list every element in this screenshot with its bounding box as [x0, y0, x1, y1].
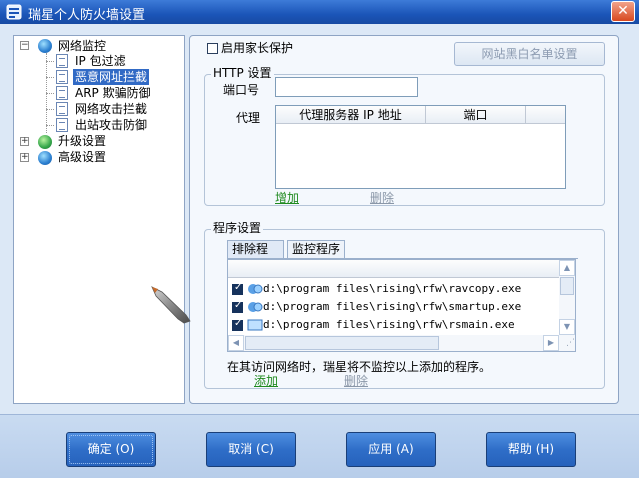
- hscroll-thumb[interactable]: [245, 336, 439, 350]
- document-icon: [56, 118, 68, 132]
- tree-connector: [46, 77, 54, 78]
- tree-item-malicious-url[interactable]: 恶意网址拦截: [73, 69, 150, 85]
- tree-item-advanced[interactable]: 高级设置: [58, 149, 106, 165]
- column-header-empty: [526, 106, 565, 124]
- program-checkbox[interactable]: [232, 282, 243, 295]
- tree-item-arp-defense[interactable]: ARP 欺骗防御: [75, 85, 151, 101]
- tree-item-attack-block[interactable]: 网络攻击拦截: [75, 101, 147, 117]
- program-icon: [248, 284, 263, 294]
- parental-checkbox[interactable]: [207, 43, 218, 54]
- program-path: d:\program files\rising\rfw\smartup.exe: [263, 300, 522, 313]
- ok-button[interactable]: 确定 (O): [66, 432, 156, 467]
- proxy-list[interactable]: 代理服务器 IP 地址 端口: [275, 105, 566, 189]
- cancel-button-label: 取消 (C): [228, 442, 274, 456]
- program-checkbox[interactable]: [232, 300, 243, 313]
- scroll-left-icon[interactable]: ◀: [228, 335, 244, 351]
- horizontal-scrollbar[interactable]: ◀ ▶: [228, 335, 559, 351]
- tree-item-outbound-defense[interactable]: 出站攻击防御: [75, 117, 147, 133]
- tree-connector: [46, 93, 54, 94]
- proxy-label: 代理: [236, 111, 261, 125]
- program-icon: [248, 302, 263, 312]
- tree-connector: [46, 109, 54, 110]
- cancel-button[interactable]: 取消 (C): [206, 432, 296, 467]
- help-button[interactable]: 帮助 (H): [486, 432, 576, 467]
- program-path: d:\program files\rising\rfw\ravcopy.exe: [263, 282, 522, 295]
- button-bar: 确定 (O) 取消 (C) 应用 (A) 帮助 (H): [0, 414, 639, 478]
- expand-icon[interactable]: +: [20, 137, 29, 146]
- bullet-cursor-icon: [151, 286, 191, 324]
- settings-tree: − 网络监控 IP 包过滤 恶意网址拦截 ARP 欺骗防御 网络攻击拦截 出站攻…: [13, 35, 185, 404]
- globe-icon: [38, 39, 52, 53]
- apply-button-label: 应用 (A): [368, 442, 414, 456]
- tree-connector: [46, 125, 54, 126]
- vertical-scrollbar[interactable]: ▲ ▼: [559, 260, 575, 335]
- apply-button[interactable]: 应用 (A): [346, 432, 436, 467]
- close-button[interactable]: ✕: [611, 1, 635, 22]
- port-label: 端口号: [223, 83, 260, 97]
- program-delete-link[interactable]: 删除: [344, 372, 368, 389]
- scroll-thumb[interactable]: [560, 277, 574, 295]
- settings-panel: 启用家长保护 网站黑白名单设置 HTTP 设置 端口号 代理 代理服务器 IP …: [189, 35, 619, 404]
- tree-connector: [46, 61, 54, 62]
- scroll-up-icon[interactable]: ▲: [559, 260, 575, 276]
- close-icon: ✕: [617, 3, 629, 19]
- document-icon: [56, 54, 68, 68]
- scroll-right-icon[interactable]: ▶: [543, 335, 559, 351]
- globe-icon: [38, 151, 52, 165]
- window-title: 瑞星个人防火墙设置: [28, 8, 146, 23]
- tree-item-ip-filter[interactable]: IP 包过滤: [75, 53, 126, 69]
- help-button-label: 帮助 (H): [507, 442, 555, 456]
- globe-icon: [38, 135, 52, 149]
- proxy-delete-link[interactable]: 删除: [370, 189, 394, 206]
- parental-label: 启用家长保护: [221, 41, 294, 55]
- program-path: d:\program files\rising\rfw\rsmain.exe: [263, 318, 515, 331]
- focus-ring: [69, 435, 153, 464]
- scroll-down-icon[interactable]: ▼: [559, 319, 575, 335]
- document-icon: [56, 102, 68, 116]
- program-add-link[interactable]: 添加: [254, 372, 278, 389]
- column-header[interactable]: 代理服务器 IP 地址: [276, 106, 426, 124]
- http-legend: HTTP 设置: [211, 66, 274, 80]
- tab-excluded[interactable]: 排除程序: [227, 240, 284, 273]
- whitelist-button[interactable]: 网站黑白名单设置: [454, 42, 605, 66]
- document-icon: [56, 70, 68, 84]
- tree-item-upgrade[interactable]: 升级设置: [58, 133, 106, 149]
- tree-item-network-monitor[interactable]: 网络监控: [58, 38, 106, 54]
- shield-icon: [6, 4, 22, 20]
- column-header[interactable]: 端口: [426, 106, 526, 124]
- program-list-header: [228, 260, 559, 278]
- collapse-icon[interactable]: −: [20, 41, 29, 50]
- document-icon: [56, 86, 68, 100]
- tab-monitored[interactable]: 监控程序: [287, 240, 345, 258]
- program-icon: [247, 319, 263, 331]
- program-list[interactable]: d:\program files\rising\rfw\ravcopy.exe …: [227, 259, 576, 352]
- program-legend: 程序设置: [211, 221, 264, 235]
- proxy-add-link[interactable]: 增加: [275, 189, 299, 206]
- expand-icon[interactable]: +: [20, 153, 29, 162]
- resize-grip-icon: ⋰: [559, 335, 575, 351]
- title-bar: 瑞星个人防火墙设置 ✕: [0, 0, 639, 24]
- program-checkbox[interactable]: [232, 318, 243, 331]
- port-input[interactable]: [275, 77, 418, 97]
